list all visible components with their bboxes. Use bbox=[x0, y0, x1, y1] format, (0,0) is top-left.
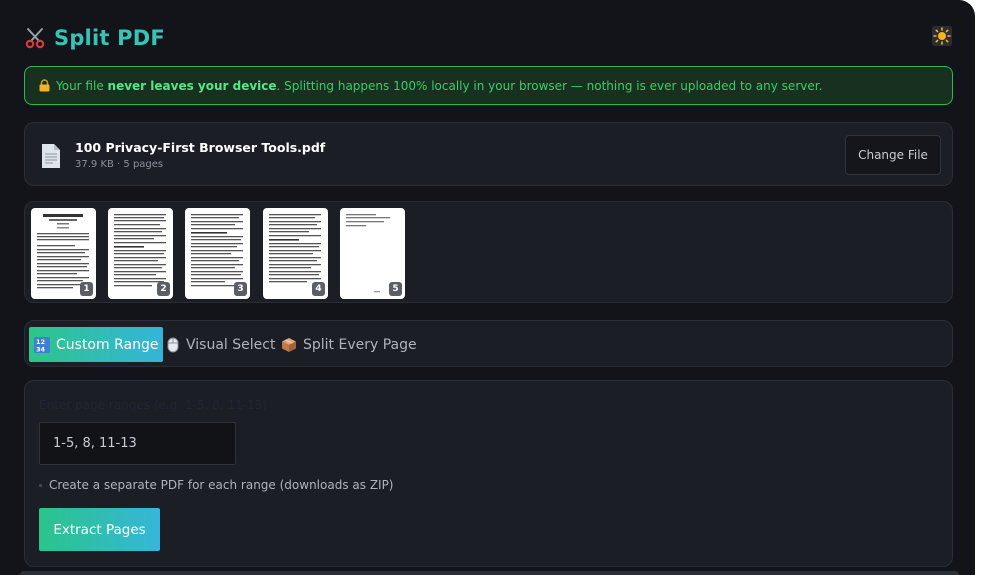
document-icon bbox=[40, 143, 62, 173]
file-meta: 37.9 KB · 5 pages bbox=[75, 159, 164, 170]
file-name: 100 Privacy-First Browser Tools.pdf bbox=[75, 140, 326, 155]
tab-label: Custom Range bbox=[56, 336, 159, 353]
page-number-badge: 1 bbox=[80, 282, 93, 296]
page-thumbnail[interactable]: 1 bbox=[31, 208, 96, 299]
svg-text:34: 34 bbox=[36, 345, 46, 353]
thumbnails-card: 1 2 3 4 5 bbox=[24, 201, 953, 303]
lock-icon bbox=[39, 79, 50, 92]
separate-pdf-checkbox[interactable] bbox=[39, 483, 42, 487]
page-number-badge: 3 bbox=[234, 282, 247, 296]
page-number-badge: 4 bbox=[312, 282, 325, 296]
mouse-icon bbox=[166, 337, 180, 353]
tab-label: Split Every Page bbox=[303, 336, 417, 353]
sun-icon bbox=[932, 26, 952, 50]
split-mode-tabs: 12 34 Custom Range Visual Select Split E… bbox=[24, 320, 953, 367]
tab-custom-range[interactable]: 12 34 Custom Range bbox=[29, 327, 164, 362]
theme-toggle[interactable] bbox=[931, 26, 953, 50]
app-window: Split PDF Your file never leaves your de… bbox=[0, 0, 975, 575]
page-number-badge: 5 bbox=[389, 282, 402, 296]
tab-split-every-page[interactable]: Split Every Page bbox=[276, 327, 422, 362]
page-thumbnail[interactable]: 2 bbox=[108, 208, 173, 299]
app-title: Split PDF bbox=[54, 26, 165, 50]
tab-visual-select[interactable]: Visual Select bbox=[161, 327, 280, 362]
separate-pdf-label: Create a separate PDF for each range (do… bbox=[49, 478, 394, 492]
page-number-badge: 2 bbox=[157, 282, 170, 296]
page-thumbnail[interactable]: 4 bbox=[263, 208, 328, 299]
tab-label: Visual Select bbox=[186, 336, 276, 353]
page-range-input[interactable] bbox=[39, 422, 236, 465]
page-thumbnail[interactable]: 3 bbox=[185, 208, 250, 299]
privacy-notice: Your file never leaves your device. Spli… bbox=[24, 66, 953, 105]
scissors-icon bbox=[24, 27, 46, 49]
range-label: Enter page ranges (e.g. 1-5, 8, 11-13) bbox=[39, 398, 267, 412]
numbers-icon: 12 34 bbox=[34, 336, 50, 353]
extract-pages-button[interactable]: Extract Pages bbox=[39, 508, 160, 551]
package-icon bbox=[281, 337, 297, 353]
custom-range-form: Enter page ranges (e.g. 1-5, 8, 11-13) C… bbox=[24, 380, 953, 567]
separate-pdf-option[interactable]: Create a separate PDF for each range (do… bbox=[39, 478, 394, 492]
header: Split PDF bbox=[24, 26, 165, 50]
page-thumbnail[interactable]: 5 bbox=[340, 208, 405, 299]
privacy-text: Your file never leaves your device. Spli… bbox=[56, 78, 823, 93]
change-file-button[interactable]: Change File bbox=[845, 135, 941, 175]
next-card-edge bbox=[20, 571, 959, 575]
file-card: 100 Privacy-First Browser Tools.pdf 37.9… bbox=[24, 122, 953, 186]
